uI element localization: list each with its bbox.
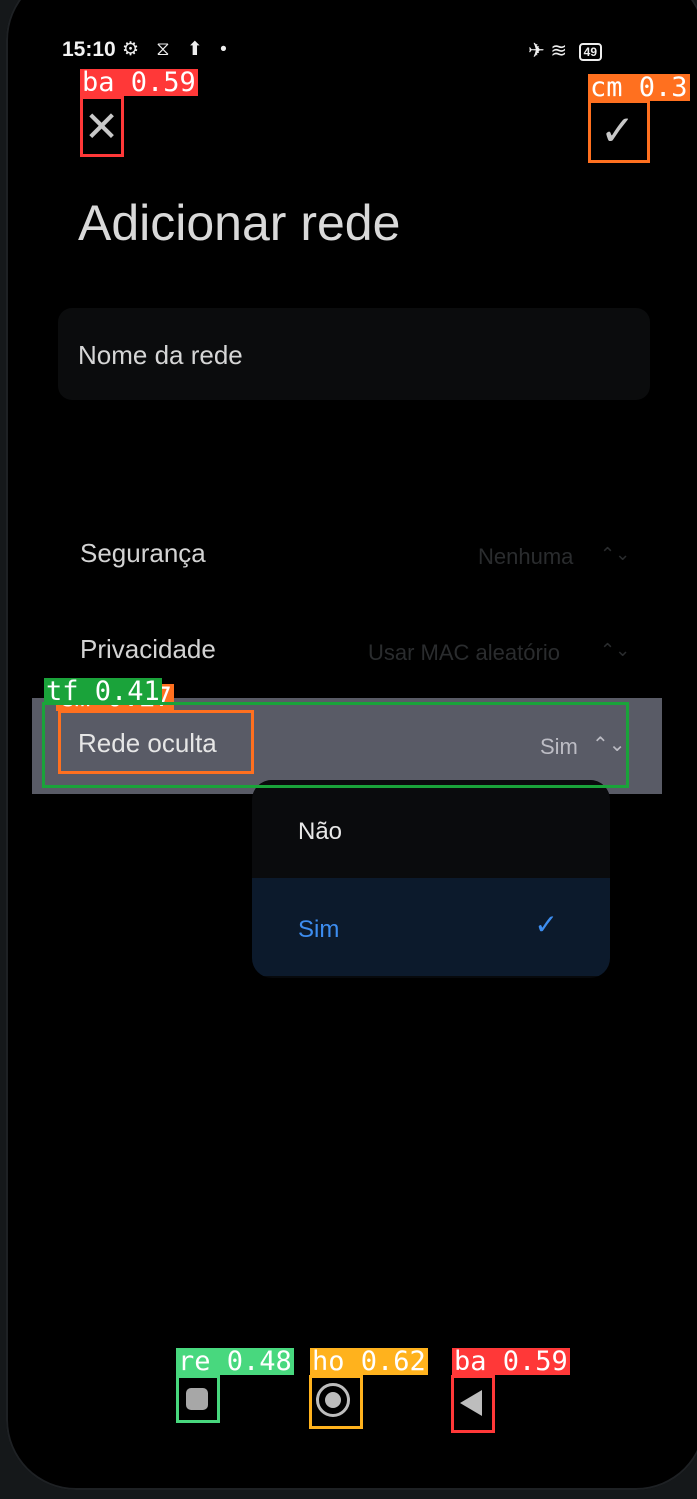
detection-tag: ba 0.59	[452, 1346, 570, 1377]
security-value: Nenhuma	[478, 544, 574, 569]
detection-box-close	[80, 96, 124, 157]
option-sim[interactable]: Sim ✓	[252, 878, 610, 976]
security-row[interactable]: Segurança Nenhuma ⌃⌄	[80, 536, 640, 576]
detection-tag: tf 0.41	[44, 676, 162, 707]
page-title: Adicionar rede	[78, 195, 401, 251]
updown-icon: ⌃⌄	[600, 640, 631, 660]
privacy-label: Privacidade	[80, 634, 216, 664]
detection-box-label	[58, 710, 254, 774]
status-right-icons: ✈ ≋ 49	[528, 38, 602, 63]
detection-box-back	[451, 1375, 495, 1433]
network-name-placeholder: Nome da rede	[78, 340, 243, 370]
detection-tag: ba 0.59	[80, 67, 198, 98]
detection-tag: cm 0.3	[588, 72, 690, 103]
status-time: 15:10	[62, 38, 116, 61]
battery-icon: 49	[578, 42, 602, 61]
detection-box-confirm	[588, 100, 650, 163]
updown-icon: ⌃⌄	[600, 544, 631, 564]
privacy-row[interactable]: Privacidade Usar MAC aleatório ⌃⌄	[80, 632, 640, 672]
detection-tag: re 0.48	[176, 1346, 294, 1377]
check-icon: ✓	[534, 909, 558, 940]
option-nao[interactable]: Não	[252, 780, 610, 878]
privacy-value: Usar MAC aleatório	[368, 640, 560, 665]
security-label: Segurança	[80, 538, 206, 568]
detection-box-recents	[176, 1375, 220, 1423]
option-label: Sim	[298, 916, 340, 943]
network-name-input[interactable]: Nome da rede	[58, 308, 650, 400]
detection-tag: ho 0.62	[310, 1346, 428, 1377]
airplane-wifi-icons: ✈ ≋	[528, 40, 568, 62]
hidden-network-dropdown: Não Sim ✓	[252, 780, 610, 978]
option-label: Não	[298, 818, 343, 845]
detection-box-home	[309, 1375, 363, 1429]
status-notification-icons: ⚙ ⧖ ⬆ •	[122, 39, 233, 60]
